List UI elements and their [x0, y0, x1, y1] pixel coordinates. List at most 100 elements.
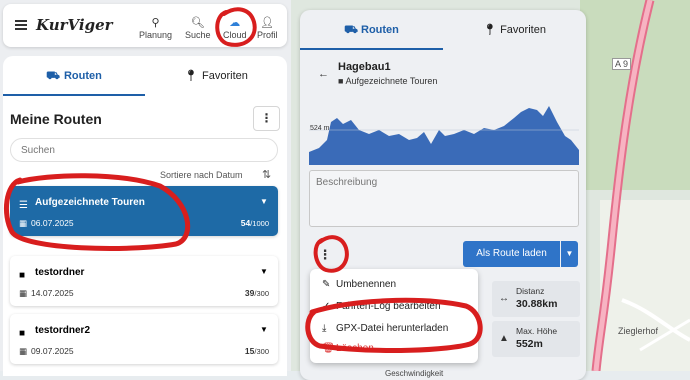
folder-name: testordner2	[35, 325, 91, 336]
tab-routen[interactable]: ⛟ Routen	[300, 10, 443, 50]
date-text: 14.07.2025	[31, 288, 74, 298]
folder-date: ▦ 09.07.2025	[19, 346, 74, 357]
section-title: Meine Routen	[10, 111, 102, 127]
tab-label: Routen	[361, 24, 399, 36]
folder-count: 39/300	[245, 288, 269, 298]
elevation-label: 524 m	[310, 125, 330, 132]
stat-label: Distanz	[516, 286, 545, 296]
menu-item-edit-log[interactable]: ✓ Fahrten-Log bearbeiten	[322, 301, 441, 312]
nav-cloud[interactable]: ☁ Cloud	[223, 16, 247, 40]
folder-icon: ■	[19, 328, 26, 339]
tab-favoriten[interactable]: 📍︎ Favoriten	[443, 10, 586, 50]
pin-icon: 📍︎	[184, 70, 199, 82]
speed-label: Geschwindigkeit	[385, 369, 444, 378]
count-max: /300	[254, 289, 269, 298]
tour-folder: ■ Aufgezeichnete Touren	[338, 76, 437, 86]
folder-name: testordner	[35, 267, 85, 278]
route-icon: ⛟	[344, 24, 361, 36]
cloud-icon: ☁	[229, 17, 241, 29]
folder-count: 54/1000	[241, 218, 269, 228]
search-input[interactable]	[11, 139, 277, 161]
app-logo: KurViger	[36, 16, 113, 34]
place-label: Zieglerhof	[618, 326, 659, 336]
stat-distance: ↔ Distanz 30.88km	[492, 281, 580, 317]
nav-planung[interactable]: ⚲ Planung	[139, 16, 172, 40]
folder-date: ▦ 06.07.2025	[19, 218, 74, 229]
menu-item-label: Umbenennen	[336, 279, 397, 290]
elevation-profile[interactable]	[309, 100, 579, 165]
hamburger-menu-icon[interactable]	[15, 20, 27, 30]
tab-indicator	[3, 94, 145, 96]
folder-date: ▦ 14.07.2025	[19, 288, 74, 299]
stat-max-height: ▲ Max. Höhe 552m	[492, 321, 580, 357]
load-options-caret-icon[interactable]: ▼	[561, 241, 578, 267]
search-icon: 🔍︎	[190, 17, 205, 29]
sort-icon[interactable]: ⇅	[262, 168, 271, 181]
routes-card: ⛟Routen 📍︎Favoriten Meine Routen ⋮ Sorti…	[3, 56, 287, 376]
back-arrow-icon[interactable]: ←	[318, 68, 329, 80]
folder-item[interactable]: ■ testordner ▼ ▦ 14.07.2025 39/300	[10, 256, 278, 306]
highway-label: A 9	[612, 58, 632, 70]
route-icon: ⛟	[46, 70, 60, 82]
tab-label: Favoriten	[500, 24, 546, 36]
tab-bar: ⛟ Routen 📍︎ Favoriten	[3, 56, 287, 96]
sort-label[interactable]: Sortiere nach Datum	[160, 170, 243, 180]
mountain-icon: ▲	[499, 333, 509, 344]
menu-item-label: Fahrten-Log bearbeiten	[336, 301, 441, 312]
nav-label: Profil	[257, 30, 278, 40]
tab-favoriten[interactable]: 📍︎ Favoriten	[145, 56, 287, 96]
menu-item-download-gpx[interactable]: ⤓ GPX-Datei herunterladen	[322, 323, 448, 334]
more-options-button[interactable]: ⋮	[314, 243, 336, 267]
stat-value: 30.88km	[516, 298, 558, 310]
folder-name: Aufgezeichnete Touren	[35, 197, 145, 208]
pin-icon: 📍︎	[483, 24, 501, 36]
trash-icon: 🗑︎	[322, 343, 335, 354]
playlist-icon: ☰	[19, 200, 28, 211]
nav-suche[interactable]: 🔍︎ Suche	[185, 16, 211, 40]
menu-item-rename[interactable]: ✎ Umbenennen	[322, 279, 396, 290]
nav-label: Cloud	[223, 30, 247, 40]
search-field[interactable]	[10, 138, 278, 162]
context-menu: ✎ Umbenennen ✓ Fahrten-Log bearbeiten ⤓ GPX…	[310, 269, 478, 363]
distance-icon: ↔	[499, 293, 509, 304]
count-value: 39	[244, 288, 255, 298]
count-max: /1000	[250, 219, 269, 228]
calendar-icon: ▦	[19, 346, 28, 356]
tour-folder-name: Aufgezeichnete Touren	[345, 76, 438, 86]
calendar-icon: ▦	[19, 218, 28, 228]
menu-item-delete[interactable]: 🗑︎Löschen	[322, 343, 374, 354]
user-icon: 👤︎	[260, 17, 275, 29]
planning-icon: ⚲	[151, 17, 160, 29]
chevron-down-icon[interactable]: ▼	[260, 267, 268, 276]
download-icon: ⤓	[322, 323, 327, 334]
chevron-down-icon[interactable]: ▼	[260, 197, 268, 206]
nav-label: Suche	[185, 30, 211, 40]
more-options-button[interactable]: ⋮	[253, 106, 280, 131]
tour-title: Hagebau1	[338, 61, 391, 73]
load-as-route-button[interactable]: Als Route laden	[463, 241, 560, 267]
folder-count: 15/300	[245, 346, 269, 356]
folder-item[interactable]: ■ testordner2 ▼ ▦ 09.07.2025 15/300	[10, 314, 278, 364]
date-text: 09.07.2025	[31, 346, 74, 356]
folder-item[interactable]: ☰ Aufgezeichnete Touren ▼ ▦ 06.07.2025 54…	[10, 186, 278, 236]
chevron-down-icon[interactable]: ▼	[260, 325, 268, 334]
stat-value: 552m	[516, 338, 543, 350]
count-value: 54	[240, 218, 251, 228]
count-max: /300	[254, 347, 269, 356]
count-value: 15	[244, 346, 255, 356]
tab-label: Favoriten	[202, 70, 248, 82]
top-bar: KurViger ⚲ Planung 🔍︎ Suche ☁ Cloud 👤︎ P…	[3, 4, 287, 47]
description-field[interactable]	[309, 170, 579, 227]
left-panel: KurViger ⚲ Planung 🔍︎ Suche ☁ Cloud 👤︎ P…	[0, 0, 291, 376]
menu-item-label: Löschen	[336, 343, 374, 354]
description-input[interactable]	[310, 171, 578, 226]
tab-routen[interactable]: ⛟ Routen	[3, 56, 145, 96]
stat-label: Max. Höhe	[516, 326, 558, 336]
menu-item-label: GPX-Datei herunterladen	[336, 323, 449, 334]
nav-label: Planung	[139, 30, 173, 40]
tab-indicator	[300, 48, 443, 50]
tab-label: Routen	[63, 70, 102, 82]
date-text: 06.07.2025	[31, 218, 74, 228]
nav-profil[interactable]: 👤︎ Profil	[257, 16, 278, 40]
tab-bar: ⛟ Routen 📍︎ Favoriten	[300, 10, 586, 50]
